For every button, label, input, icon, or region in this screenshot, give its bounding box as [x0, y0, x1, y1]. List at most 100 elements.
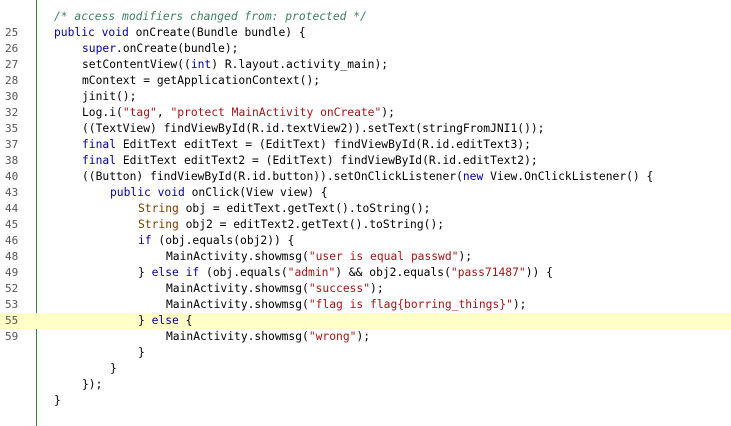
line-number: 59: [5, 330, 19, 343]
code-line[interactable]: });: [0, 377, 731, 393]
code-line[interactable]: 45 String obj2 = editText2.getText().toSt…: [0, 217, 731, 233]
code-token: );: [370, 282, 384, 295]
code-line[interactable]: 46 if (obj.equals(obj2)) {: [0, 233, 731, 249]
code-token: "admin": [287, 266, 336, 279]
line-number: 43: [5, 186, 19, 199]
code-text: }: [138, 345, 145, 361]
line-number: 53: [5, 298, 19, 311]
line-number: 38: [5, 154, 19, 167]
code-line[interactable]: }: [0, 361, 731, 377]
code-text: String obj2 = editText2.getText().toStri…: [138, 217, 444, 233]
code-line[interactable]: 32 Log.i("tag", "protect MainActivity onC…: [0, 105, 731, 121]
code-line[interactable]: 37 final EditText editText = (EditText) f…: [0, 137, 731, 153]
code-token: public void: [110, 186, 192, 199]
code-text: MainActivity.showmsg("user is equal pass…: [166, 249, 472, 265]
code-text: super.onCreate(bundle);: [82, 41, 238, 57]
code-token: "wrong": [308, 330, 357, 343]
code-token: else: [151, 314, 186, 327]
code-token: EditText editText = (EditText) findViewB…: [122, 138, 531, 151]
code-token: if: [138, 234, 159, 247]
code-text: ((Button) findViewById(R.id.button)).set…: [82, 169, 653, 185]
code-token: else if: [151, 266, 207, 279]
code-token: );: [381, 106, 395, 119]
code-line[interactable]: 59 MainActivity.showmsg("wrong");: [0, 329, 731, 345]
code-token: EditText editText2 = (EditText) findView…: [122, 154, 538, 167]
code-text: } else {: [138, 313, 192, 329]
code-token: });: [82, 378, 103, 391]
code-token: (obj.equals(obj2)) {: [158, 234, 295, 247]
code-text: if (obj.equals(obj2)) {: [138, 233, 294, 249]
code-token: String: [138, 218, 186, 231]
code-token: "flag is flag{borring_things}": [308, 298, 513, 311]
code-token: String: [138, 202, 186, 215]
code-line[interactable]: }: [0, 393, 731, 409]
line-number: 52: [5, 282, 19, 295]
line-number: 30: [5, 90, 19, 103]
code-token: final: [82, 154, 123, 167]
code-token: {: [185, 314, 193, 327]
code-token: public void: [54, 26, 136, 39]
code-text: MainActivity.showmsg("wrong");: [166, 329, 370, 345]
code-text: MainActivity.showmsg("flag is flag{borri…: [166, 297, 526, 313]
line-number: 44: [5, 202, 19, 215]
code-line[interactable]: 44 String obj = editText.getText().toStri…: [0, 201, 731, 217]
code-line[interactable]: 25 public void onCreate(Bundle bundle) {: [0, 25, 731, 41]
code-token: super: [82, 42, 117, 55]
line-number: 35: [5, 122, 19, 135]
code-text: ((TextView) findViewById(R.id.textView2)…: [82, 121, 545, 137]
code-token: new: [462, 170, 491, 183]
code-token: ,: [156, 106, 171, 119]
code-token: /* access modifiers changed from: protec…: [54, 10, 367, 23]
code-token: onCreate(Bundle bundle) {: [135, 26, 306, 39]
code-token: MainActivity.showmsg(: [166, 282, 309, 295]
code-line[interactable]: 49} else if (obj.equals("admin") && obj2…: [0, 265, 731, 281]
line-number: 40: [5, 170, 19, 183]
code-line[interactable]: 27 setContentView((int) R.layout.activity…: [0, 57, 731, 73]
code-text: mContext = getApplicationContext();: [82, 73, 320, 89]
code-line[interactable]: 38 final EditText editText2 = (EditText) …: [0, 153, 731, 169]
code-line[interactable]: 26 super.onCreate(bundle);: [0, 41, 731, 57]
code-token: MainActivity.showmsg(: [166, 330, 309, 343]
code-text: }: [54, 393, 61, 409]
code-token: ) && obj2.equals(: [335, 266, 451, 279]
code-line[interactable]: }: [0, 345, 731, 361]
line-number: 26: [5, 42, 19, 55]
code-text: jinit();: [82, 89, 136, 105]
code-text: MainActivity.showmsg("success");: [166, 281, 384, 297]
code-text: final EditText editText2 = (EditText) fi…: [82, 153, 538, 169]
line-number: 32: [5, 106, 19, 119]
code-text: String obj = editText.getText().toString…: [138, 201, 430, 217]
code-token: }: [54, 394, 61, 407]
code-token: "pass71487": [450, 266, 526, 279]
code-token: "user is equal passwd": [308, 250, 459, 263]
code-token: obj = editText.getText().toString();: [185, 202, 431, 215]
code-token: int: [190, 58, 212, 71]
code-token: ((Button) findViewById(R.id.button)).set…: [82, 170, 463, 183]
code-token: "tag": [122, 106, 157, 119]
code-line[interactable]: 30 jinit();: [0, 89, 731, 105]
code-token: ((TextView) findViewById(R.id.textView2)…: [82, 122, 545, 135]
code-token: final: [82, 138, 123, 151]
code-line[interactable]: 43 public void onClick(View view) {: [0, 185, 731, 201]
code-token: MainActivity.showmsg(: [166, 250, 309, 263]
line-number: 46: [5, 234, 19, 247]
code-token: obj2 = editText2.getText().toString();: [185, 218, 445, 231]
code-line[interactable]: 28 mContext = getApplicationContext();: [0, 73, 731, 89]
code-line[interactable]: 35 ((TextView) findViewById(R.id.textView…: [0, 121, 731, 137]
code-editor[interactable]: /* access modifiers changed from: protec…: [0, 0, 731, 426]
code-line[interactable]: 48 MainActivity.showmsg("user is equal pa…: [0, 249, 731, 265]
code-line[interactable]: 52 MainActivity.showmsg("success");: [0, 281, 731, 297]
code-text: });: [82, 377, 102, 393]
code-line[interactable]: 55} else {: [0, 313, 731, 329]
code-text: Log.i("tag", "protect MainActivity onCre…: [82, 105, 395, 121]
code-area[interactable]: /* access modifiers changed from: protec…: [0, 9, 731, 409]
line-number: 49: [5, 266, 19, 279]
code-token: ) R.layout.activity_main);: [211, 58, 389, 71]
code-line[interactable]: 40 ((Button) findViewById(R.id.button)).s…: [0, 169, 731, 185]
code-text: public void onClick(View view) {: [110, 185, 328, 201]
code-token: }: [138, 266, 152, 279]
code-token: jinit();: [82, 90, 137, 103]
code-line[interactable]: 53 MainActivity.showmsg("flag is flag{bor…: [0, 297, 731, 313]
code-token: mContext = getApplicationContext();: [82, 74, 321, 87]
code-line[interactable]: /* access modifiers changed from: protec…: [0, 9, 731, 25]
